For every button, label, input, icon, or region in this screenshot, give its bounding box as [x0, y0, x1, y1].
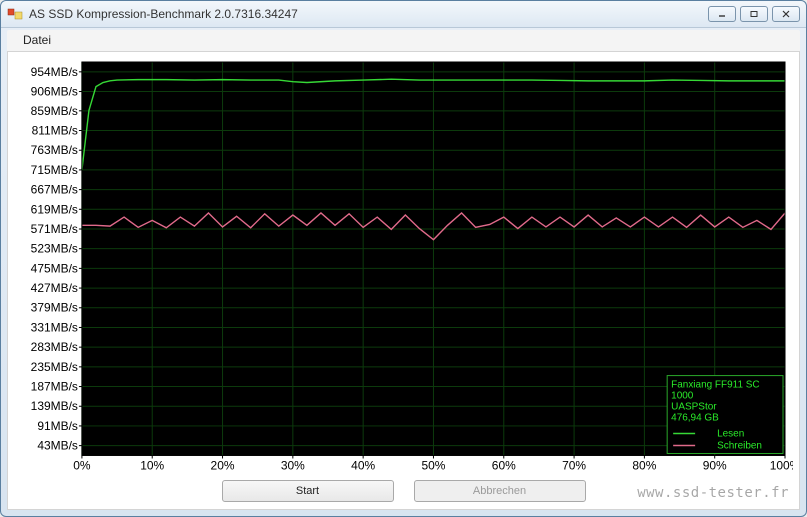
svg-text:Lesen: Lesen: [717, 428, 744, 439]
svg-text:331MB/s: 331MB/s: [31, 320, 78, 334]
svg-text:571MB/s: 571MB/s: [31, 222, 78, 236]
svg-text:50%: 50%: [421, 458, 445, 472]
svg-text:859MB/s: 859MB/s: [31, 103, 78, 117]
svg-text:90%: 90%: [703, 458, 727, 472]
compression-chart: 43MB/s 91MB/s 139MB/s 187MB/s 235MB/s 283MB/s…: [14, 56, 793, 475]
content-area: 43MB/s 91MB/s 139MB/s 187MB/s 235MB/s 283MB/s…: [7, 52, 800, 510]
svg-text:715MB/s: 715MB/s: [31, 162, 78, 176]
svg-text:43MB/s: 43MB/s: [37, 438, 78, 452]
svg-text:UASPStor: UASPStor: [671, 401, 717, 412]
menu-file[interactable]: Datei: [15, 31, 59, 49]
svg-text:Schreiben: Schreiben: [717, 440, 762, 451]
maximize-button[interactable]: [740, 6, 768, 22]
svg-text:60%: 60%: [492, 458, 516, 472]
svg-text:139MB/s: 139MB/s: [31, 399, 78, 413]
minimize-button[interactable]: [708, 6, 736, 22]
svg-text:427MB/s: 427MB/s: [31, 281, 78, 295]
svg-text:283MB/s: 283MB/s: [31, 340, 78, 354]
svg-text:811MB/s: 811MB/s: [32, 123, 78, 137]
svg-text:91MB/s: 91MB/s: [37, 418, 78, 432]
cancel-button: Abbrechen: [414, 480, 586, 502]
window-controls: [708, 6, 800, 22]
app-window: AS SSD Kompression-Benchmark 2.0.7316.34…: [0, 0, 807, 517]
svg-text:80%: 80%: [632, 458, 656, 472]
svg-text:523MB/s: 523MB/s: [31, 241, 78, 255]
svg-text:187MB/s: 187MB/s: [31, 379, 78, 393]
svg-text:954MB/s: 954MB/s: [31, 64, 78, 78]
menubar: Datei: [7, 30, 800, 51]
button-row: Start Abbrechen: [8, 475, 799, 509]
svg-text:1000: 1000: [671, 390, 694, 401]
svg-text:619MB/s: 619MB/s: [31, 202, 78, 216]
svg-text:667MB/s: 667MB/s: [31, 182, 78, 196]
svg-text:40%: 40%: [351, 458, 375, 472]
titlebar: AS SSD Kompression-Benchmark 2.0.7316.34…: [1, 1, 806, 28]
svg-text:379MB/s: 379MB/s: [31, 300, 78, 314]
svg-text:235MB/s: 235MB/s: [31, 359, 78, 373]
svg-text:0%: 0%: [73, 458, 91, 472]
app-icon: [7, 6, 23, 22]
svg-text:763MB/s: 763MB/s: [31, 143, 78, 157]
svg-text:20%: 20%: [211, 458, 235, 472]
close-button[interactable]: [772, 6, 800, 22]
svg-text:475MB/s: 475MB/s: [31, 261, 78, 275]
svg-text:30%: 30%: [281, 458, 305, 472]
svg-text:100%: 100%: [770, 458, 793, 472]
svg-text:Fanxiang FF911 SC: Fanxiang FF911 SC: [671, 379, 759, 390]
chart-container: 43MB/s 91MB/s 139MB/s 187MB/s 235MB/s 283MB/s…: [8, 52, 799, 475]
svg-text:10%: 10%: [140, 458, 164, 472]
svg-text:476,94 GB: 476,94 GB: [671, 412, 719, 423]
svg-text:70%: 70%: [562, 458, 586, 472]
svg-text:906MB/s: 906MB/s: [31, 84, 78, 98]
window-title: AS SSD Kompression-Benchmark 2.0.7316.34…: [29, 7, 708, 21]
start-button[interactable]: Start: [222, 480, 394, 502]
